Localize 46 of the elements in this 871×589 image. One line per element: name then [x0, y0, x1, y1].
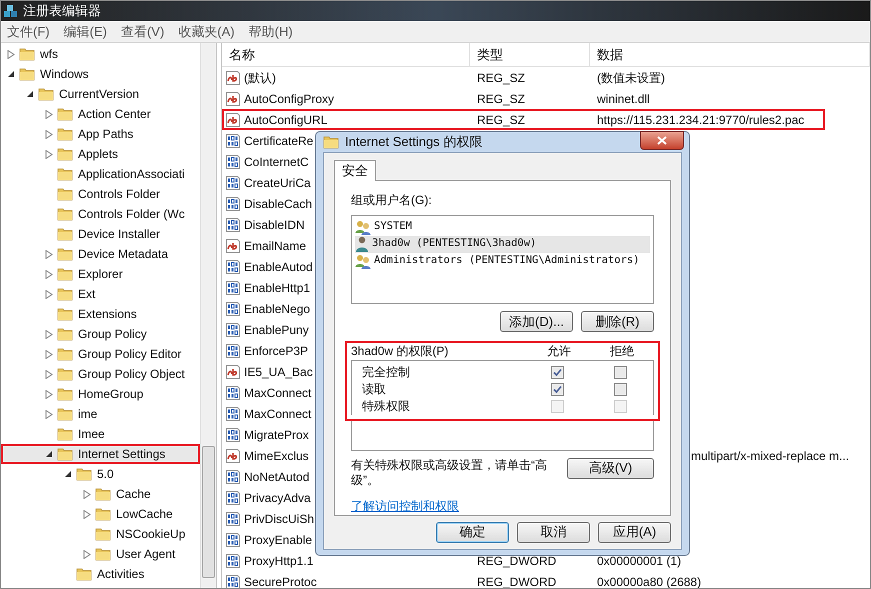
value-name: MigrateProx	[244, 426, 309, 444]
value-name: DisableCach	[244, 196, 312, 212]
permission-name: 特殊权限	[362, 398, 411, 416]
value-name: MaxConnect	[244, 406, 312, 422]
value-type: REG_DWORD	[477, 574, 556, 588]
value-data: 0x00000001 (1)	[597, 554, 682, 568]
deny-label: 拒绝	[609, 343, 635, 360]
value-name: CoInternetC	[244, 154, 309, 170]
window-title: 注册表编辑器	[23, 2, 101, 20]
value-type: REG_SZ	[477, 112, 526, 126]
value-name: MaxConnect	[244, 384, 312, 402]
value-type: REG_SZ	[477, 70, 526, 84]
allow-label: 允许	[546, 343, 572, 360]
value-type: REG_DWORD	[477, 554, 556, 568]
value-name: EnableAutod	[244, 258, 313, 276]
value-name: IE5_UA_Bac	[244, 364, 313, 380]
value-name: EmailName	[244, 238, 306, 254]
permission-name: 读取	[362, 381, 387, 398]
value-name: EnablePuny	[244, 322, 309, 338]
value-data: (数值未设置)	[597, 70, 665, 84]
value-name: NoNetAutod	[244, 468, 310, 486]
value-name: PrivacyAdva	[244, 490, 311, 506]
value-name: AutoConfigURL	[244, 112, 328, 128]
value-data: https://115.231.234.21:9770/rules2.pac	[597, 112, 804, 126]
value-name: EnableNego	[244, 300, 310, 318]
value-name: EnableHttp1	[244, 280, 310, 296]
value-name: (默认)	[244, 70, 276, 86]
value-name: AutoConfigProxy	[244, 90, 334, 108]
advanced-hint: 有关特殊权限或高级设置，请单击“高级”。	[351, 458, 548, 488]
value-name: MimeExclus	[244, 448, 309, 464]
value-name: ProxyHttp1.1	[244, 552, 314, 570]
value-data: wininet.dll	[597, 92, 650, 106]
permission-name: 完全控制	[362, 364, 411, 382]
value-name: PrivDiscUiSh	[244, 510, 314, 528]
value-name: SecureProtoc	[244, 574, 317, 588]
value-name: EnforceP3P	[244, 342, 308, 360]
value-type: REG_SZ	[477, 92, 526, 106]
value-name: CertificateRe	[244, 132, 314, 150]
dialog-title: Internet Settings 的权限	[345, 133, 482, 151]
value-name: DisableIDN	[244, 216, 305, 234]
value-name: CreateUriCa	[244, 174, 311, 192]
value-name: ProxyEnable	[244, 532, 312, 548]
value-data: 0x00000a80 (2688)	[597, 574, 702, 588]
permissions-title: 3had0w 的权限(P)	[351, 343, 450, 360]
value-data: multipart/x-mixed-replace m...	[691, 448, 850, 462]
users-label: 组或用户名(G):	[351, 192, 433, 208]
